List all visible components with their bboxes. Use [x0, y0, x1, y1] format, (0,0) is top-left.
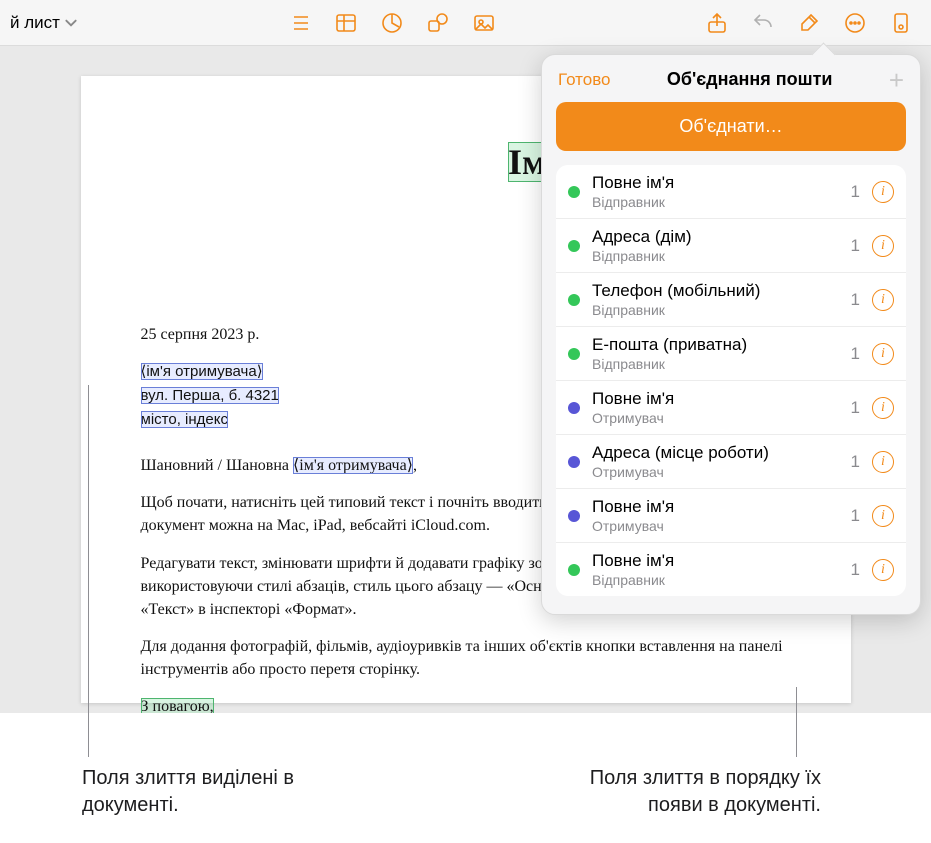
field-count: 1	[851, 182, 860, 202]
undo-icon[interactable]	[743, 4, 783, 42]
field-source: Отримувач	[592, 464, 839, 480]
field-color-dot	[568, 240, 580, 252]
field-source: Відправник	[592, 248, 839, 264]
merge-field-row[interactable]: Повне ім'яВідправник 1i	[556, 543, 906, 596]
field-source: Відправник	[592, 356, 839, 372]
field-count: 1	[851, 452, 860, 472]
field-name: Повне ім'я	[592, 497, 839, 517]
panel-title: Об'єднання пошти	[667, 69, 833, 90]
field-count: 1	[851, 344, 860, 364]
merge-field-row[interactable]: Повне ім'яОтримувач 1i	[556, 381, 906, 435]
info-icon[interactable]: i	[872, 505, 894, 527]
field-name: Повне ім'я	[592, 551, 839, 571]
format-brush-icon[interactable]	[789, 4, 829, 42]
field-source: Відправник	[592, 572, 839, 588]
field-count: 1	[851, 560, 860, 580]
merge-fields-list: Повне ім'яВідправник1iАдреса (дім)Відпра…	[556, 165, 906, 596]
salutation-name-field[interactable]: ⟨ім'я отримувача⟩	[293, 457, 413, 474]
recipient-street-field[interactable]: вул. Перша, б. 4321	[141, 387, 279, 404]
field-count: 1	[851, 236, 860, 256]
field-name: Повне ім'я	[592, 389, 839, 409]
mail-merge-panel: Готово Об'єднання пошти + Об'єднати… Пов…	[541, 54, 921, 615]
field-color-dot	[568, 402, 580, 414]
sig-field[interactable]: З повагою,	[141, 698, 214, 713]
merge-field-row[interactable]: Е-пошта (приватна)Відправник 1i	[556, 327, 906, 381]
field-count: 1	[851, 290, 860, 310]
share-icon[interactable]	[697, 4, 737, 42]
field-source: Отримувач	[592, 410, 839, 426]
callout-right: Поля злиття в порядку їх появи в докумен…	[561, 765, 821, 819]
callout-left: Поля злиття виділені в документі.	[82, 765, 302, 819]
field-color-dot	[568, 456, 580, 468]
body-paragraph-3[interactable]: Для додання фотографій, фільмів, аудіоур…	[141, 635, 791, 681]
merge-button[interactable]: Об'єднати…	[556, 102, 906, 151]
chart-icon[interactable]	[372, 4, 412, 42]
table-icon[interactable]	[326, 4, 366, 42]
merge-field-row[interactable]: Повне ім'яОтримувач 1i	[556, 489, 906, 543]
document-options-icon[interactable]	[881, 4, 921, 42]
merge-field-row[interactable]: Адреса (місце роботи)Отримувач 1i	[556, 435, 906, 489]
media-icon[interactable]	[464, 4, 504, 42]
info-icon[interactable]: i	[872, 559, 894, 581]
merge-field-row[interactable]: Телефон (мобільний)Відправник 1i	[556, 273, 906, 327]
field-color-dot	[568, 510, 580, 522]
field-name: Адреса (місце роботи)	[592, 443, 839, 463]
field-name: Телефон (мобільний)	[592, 281, 839, 301]
more-icon[interactable]	[835, 4, 875, 42]
info-icon[interactable]: i	[872, 235, 894, 257]
info-icon[interactable]: i	[872, 343, 894, 365]
document-title[interactable]: й лист	[10, 13, 88, 33]
field-color-dot	[568, 348, 580, 360]
field-name: Е-пошта (приватна)	[592, 335, 839, 355]
field-source: Відправник	[592, 194, 839, 210]
merge-field-row[interactable]: Адреса (дім)Відправник 1i	[556, 219, 906, 273]
document-title-text: й лист	[10, 13, 60, 33]
info-icon[interactable]: i	[872, 397, 894, 419]
field-name: Адреса (дім)	[592, 227, 839, 247]
field-color-dot	[568, 564, 580, 576]
list-icon[interactable]	[280, 4, 320, 42]
toolbar: й лист	[0, 0, 931, 46]
field-color-dot	[568, 186, 580, 198]
shapes-icon[interactable]	[418, 4, 458, 42]
recipient-city-field[interactable]: місто, індекс	[141, 411, 228, 428]
info-icon[interactable]: i	[872, 289, 894, 311]
field-count: 1	[851, 398, 860, 418]
field-name: Повне ім'я	[592, 173, 839, 193]
info-icon[interactable]: i	[872, 451, 894, 473]
field-source: Отримувач	[592, 518, 839, 534]
done-button[interactable]: Готово	[558, 70, 611, 90]
merge-field-row[interactable]: Повне ім'яВідправник 1i	[556, 165, 906, 219]
field-source: Відправник	[592, 302, 839, 318]
chevron-down-icon[interactable]	[64, 16, 78, 30]
field-color-dot	[568, 294, 580, 306]
info-icon[interactable]: i	[872, 181, 894, 203]
add-field-button[interactable]: +	[889, 70, 904, 90]
recipient-name-field[interactable]: ⟨ім'я отримувача⟩	[141, 363, 263, 380]
field-count: 1	[851, 506, 860, 526]
